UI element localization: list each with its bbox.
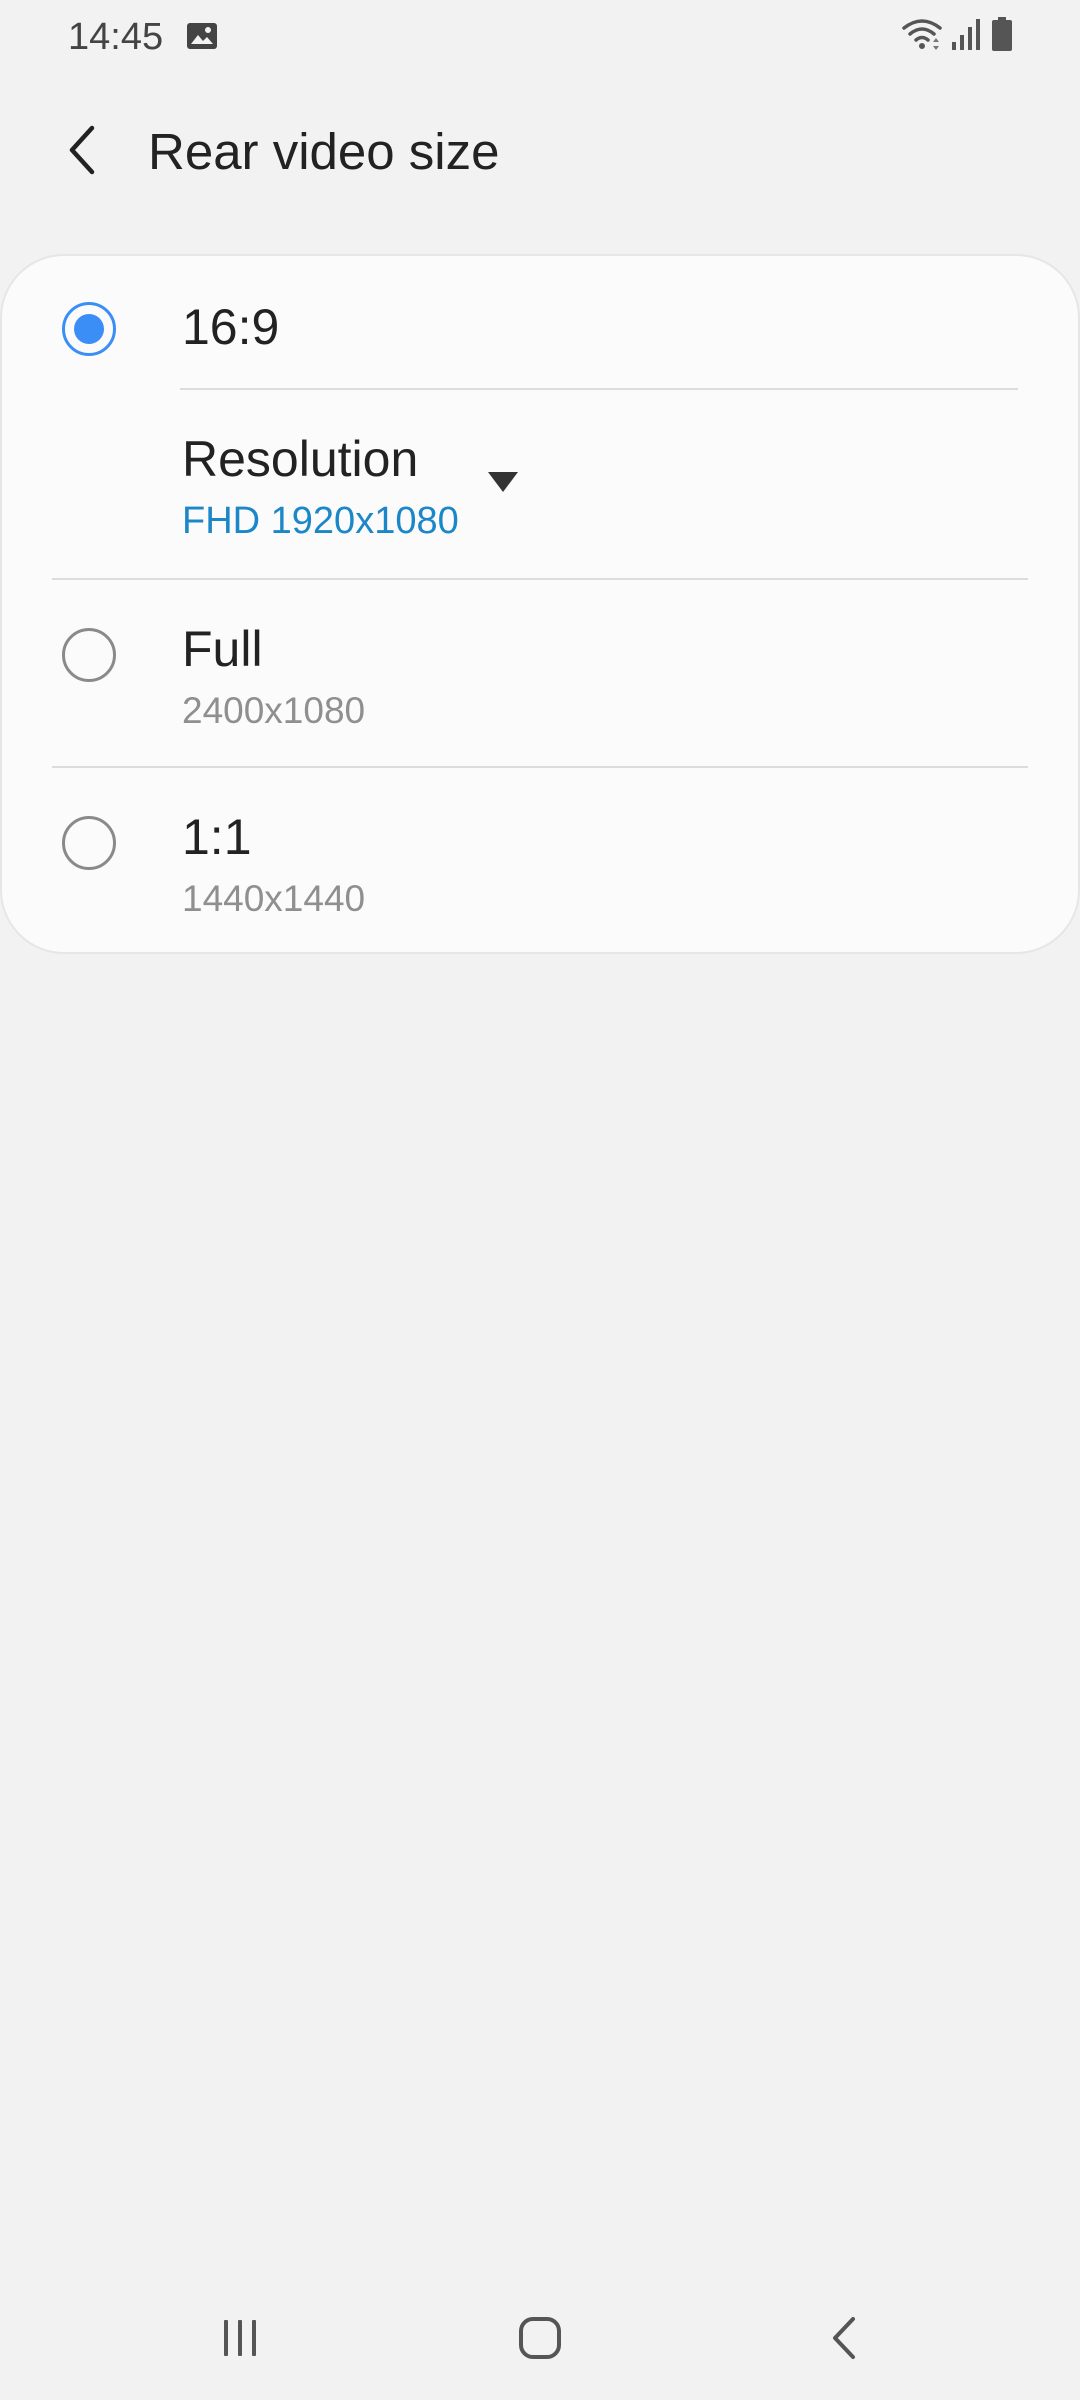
back-icon — [829, 2315, 859, 2366]
option-subtitle-1-1: 1440x1440 — [182, 878, 366, 919]
radio-full[interactable] — [62, 628, 116, 682]
navigation-bar — [0, 2280, 1080, 2400]
options-card: 16:9 Resolution FHD 1920x1080 Full 2400x… — [0, 254, 1080, 954]
status-bar: 14:45 — [0, 0, 1080, 76]
option-subtitle-full: 2400x1080 — [182, 690, 366, 731]
option-title-16-9: 16:9 — [182, 299, 280, 355]
status-icons — [900, 16, 1014, 57]
option-16-9[interactable]: 16:9 — [2, 256, 1078, 386]
gallery-icon — [186, 22, 218, 50]
home-button[interactable] — [490, 2300, 590, 2380]
recent-apps-icon — [218, 2316, 262, 2365]
radio-16-9[interactable] — [62, 302, 116, 356]
signal-icon — [950, 16, 984, 57]
resolution-dropdown[interactable] — [2, 388, 1078, 578]
recent-apps-button[interactable] — [190, 2300, 290, 2380]
chevron-left-icon — [64, 124, 100, 181]
radio-1-1[interactable] — [62, 816, 116, 870]
app-bar: Rear video size — [0, 100, 1080, 204]
resolution-value: FHD 1920x1080 — [182, 500, 459, 542]
battery-icon — [990, 16, 1014, 57]
resolution-label: Resolution — [182, 431, 419, 487]
dropdown-triangle-icon — [488, 472, 518, 492]
home-icon — [517, 2315, 563, 2366]
option-title-full: Full — [182, 621, 263, 677]
option-full[interactable]: Full 2400x1080 — [2, 580, 1078, 766]
nav-back-button[interactable] — [794, 2300, 894, 2380]
option-1-1[interactable]: 1:1 1440x1440 — [2, 768, 1078, 952]
page-title: Rear video size — [148, 123, 500, 180]
back-button[interactable] — [50, 120, 114, 184]
status-time: 14:45 — [68, 16, 164, 58]
option-title-1-1: 1:1 — [182, 809, 252, 865]
wifi-icon — [900, 16, 944, 57]
